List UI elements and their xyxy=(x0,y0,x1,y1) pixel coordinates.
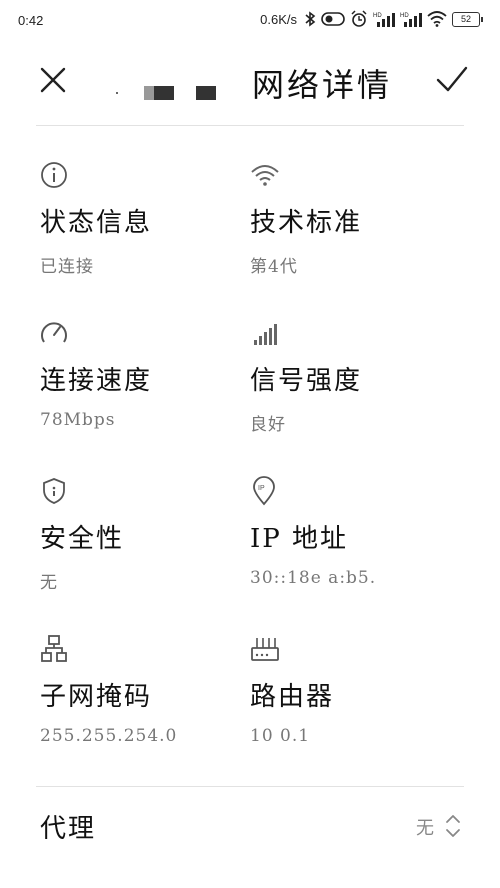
page-title: 网络详情 xyxy=(252,66,393,104)
status-icons: 0.6K/s HD HD 52 xyxy=(260,10,483,28)
detail-value: 良好 xyxy=(250,415,286,435)
ip-location-icon: IP xyxy=(253,476,275,506)
battery-icon: 52 xyxy=(452,11,483,27)
detail-value: 无 xyxy=(40,573,58,593)
detail-signal: 信号强度 良好 xyxy=(250,318,460,458)
detail-title: 安全性 xyxy=(40,524,125,554)
section-divider xyxy=(36,786,464,787)
alarm-icon xyxy=(351,10,367,27)
hd-signal-icon-2: HD xyxy=(400,13,422,27)
detail-router: 路由器 10 0.1 xyxy=(250,634,460,774)
svg-text:IP: IP xyxy=(258,485,265,492)
network-speed: 0.6K/s xyxy=(260,11,297,27)
close-icon[interactable] xyxy=(36,63,70,97)
proxy-value: 无 xyxy=(416,818,434,839)
detail-title: IP 地址 xyxy=(250,524,349,554)
detail-speed: 连接速度 78Mbps xyxy=(40,318,250,458)
proxy-label: 代理 xyxy=(40,814,97,844)
header-divider xyxy=(36,125,464,126)
detail-title: 子网掩码 xyxy=(40,682,153,712)
status-bar: 0:42 0.6K/s HD HD 52 xyxy=(0,0,500,42)
detail-security: 安全性 无 xyxy=(40,476,250,616)
detail-value: 已连接 xyxy=(40,257,94,277)
wifi-icon xyxy=(251,165,279,186)
svg-text:HD: HD xyxy=(373,13,382,19)
status-time: 0:42 xyxy=(18,13,44,28)
toggle-icon xyxy=(321,12,345,26)
detail-value: 78Mbps xyxy=(40,410,116,430)
wifi-status-icon xyxy=(427,11,447,27)
detail-value: 第4代 xyxy=(250,257,298,277)
info-icon xyxy=(41,162,67,188)
proxy-setting-row[interactable]: 代理 无 xyxy=(0,796,500,856)
detail-status: 状态信息 已连接 xyxy=(40,160,250,300)
detail-title: 信号强度 xyxy=(250,366,363,396)
detail-title: 连接速度 xyxy=(40,366,153,396)
network-name-redacted xyxy=(110,82,230,106)
detail-standard: 技术标准 第4代 xyxy=(250,160,460,300)
detail-title: 状态信息 xyxy=(40,208,153,238)
speedometer-icon xyxy=(41,322,67,343)
check-icon[interactable] xyxy=(434,63,470,97)
detail-value: 255.255.254.0 xyxy=(40,726,178,746)
detail-value: 30::18e a:b5. xyxy=(250,568,377,588)
bluetooth-icon xyxy=(305,11,316,27)
detail-subnet: 子网掩码 255.255.254.0 xyxy=(40,634,250,774)
detail-title: 路由器 xyxy=(250,682,335,712)
router-icon xyxy=(251,638,279,661)
network-topology-icon xyxy=(41,635,67,662)
svg-text:HD: HD xyxy=(400,13,409,19)
hd-signal-icon: HD xyxy=(373,13,395,27)
chevron-up-down-icon[interactable] xyxy=(444,812,462,840)
detail-ip: IP IP 地址 30::18e a:b5. xyxy=(250,476,460,616)
signal-bars-icon xyxy=(254,324,277,345)
detail-title: 技术标准 xyxy=(250,208,363,238)
title-bar: 网络详情 xyxy=(0,48,500,114)
detail-value: 10 0.1 xyxy=(250,726,311,746)
shield-icon xyxy=(43,478,65,504)
